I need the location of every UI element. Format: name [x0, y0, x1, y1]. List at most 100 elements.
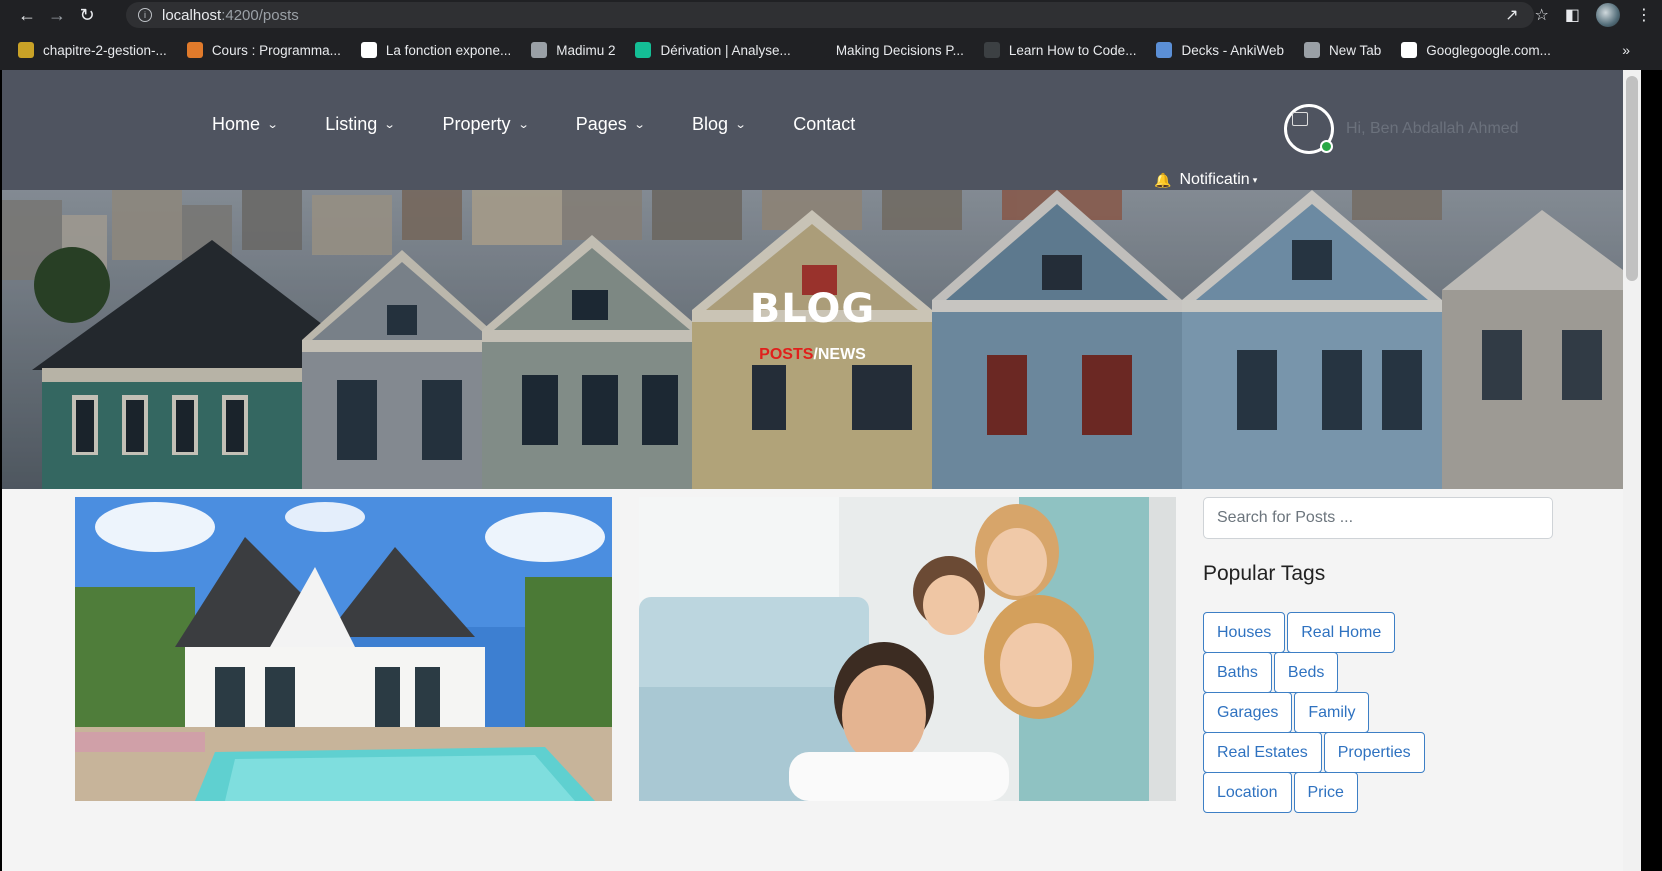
user-greeting[interactable]: Hi, Ben Abdallah Ahmed — [1346, 120, 1519, 138]
k-icon — [360, 42, 377, 58]
houses-illustration — [2, 190, 1623, 489]
bookmark-label: Making Decisions P... — [835, 42, 964, 58]
google-icon — [1401, 42, 1418, 58]
bookmark-item[interactable]: Decks - AnkiWeb — [1156, 42, 1284, 58]
tag-row: Real Estates Properties — [1203, 732, 1553, 773]
page-scrollbar[interactable] — [1623, 70, 1641, 871]
profile-avatar-icon[interactable] — [1596, 3, 1620, 27]
anki-icon — [1156, 42, 1173, 58]
nav-item-label: Blog — [692, 114, 729, 134]
nav-item-listing[interactable]: Listing ⌄ — [325, 114, 396, 135]
star-icon[interactable]: ☆ — [1535, 5, 1549, 25]
broken-image-icon — [1292, 112, 1308, 126]
nav-item-blog[interactable]: Blog ⌄ — [692, 114, 747, 135]
bookmark-label: Learn How to Code... — [1008, 42, 1137, 58]
site-header: Home ⌄ Listing ⌄ Property ⌄ Pages ⌄ Blog ⌄ Contact… — [2, 70, 1623, 190]
breadcrumb: POSTS/NEWS — [2, 346, 1623, 364]
tag-row: Location Price — [1203, 772, 1553, 813]
page-viewport: Home ⌄ Listing ⌄ Property ⌄ Pages ⌄ Blog ⌄ Contact… — [2, 70, 1623, 871]
screen-edge — [1641, 70, 1662, 871]
tag-button[interactable]: Real Home — [1287, 612, 1396, 653]
tag-button[interactable]: Properties — [1323, 732, 1425, 773]
bookmark-label: Madimu 2 — [556, 42, 616, 58]
bookmarks-overflow-icon[interactable]: » — [1622, 30, 1630, 70]
tag-button[interactable]: Beds — [1273, 652, 1339, 693]
breadcrumb-posts[interactable]: POSTS — [759, 346, 813, 363]
chevron-down-icon: ▾ — [1252, 174, 1258, 185]
share-icon[interactable]: ↗ — [1505, 5, 1518, 25]
bookmark-label: Googlegoogle.com... — [1426, 42, 1551, 58]
address-bar[interactable]: i localhost:4200/posts — [126, 2, 1534, 28]
main-nav: Home ⌄ Listing ⌄ Property ⌄ Pages ⌄ Blog ⌄ Contact — [212, 114, 903, 135]
browser-toolbar: ← → ↻ i localhost:4200/posts ↗ ☆ ◧ ⋮ — [0, 0, 1662, 30]
post-image-house[interactable] — [75, 497, 612, 801]
bookmark-item[interactable]: Dérivation | Analyse... — [635, 42, 791, 58]
bookmark-item[interactable]: La fonction expone... — [360, 42, 512, 58]
online-status-dot — [1320, 140, 1333, 153]
reload-icon[interactable]: ↻ — [72, 0, 102, 30]
notification-label: Notificatin — [1179, 171, 1250, 188]
chevron-down-icon: ⌄ — [734, 119, 747, 131]
bookmark-label: Dérivation | Analyse... — [660, 42, 791, 58]
chevron-down-icon: ⌄ — [633, 119, 646, 131]
forward-arrow-icon[interactable]: → — [42, 0, 72, 30]
openclassrooms-icon — [186, 42, 203, 58]
tag-button[interactable]: Location — [1203, 772, 1292, 813]
globe-icon — [531, 42, 548, 58]
bookmark-item[interactable]: Cours : Programma... — [186, 42, 341, 58]
nav-item-label: Property — [442, 114, 511, 134]
popular-tags-title: Popular Tags — [1203, 562, 1326, 585]
kebab-menu-icon[interactable]: ⋮ — [1636, 5, 1652, 25]
chevron-down-icon: ⌄ — [517, 119, 530, 131]
notification-dropdown[interactable]: 🔔 Notificatin ▾ — [1154, 171, 1257, 189]
post-image-family[interactable] — [639, 497, 1176, 801]
user-avatar[interactable] — [1284, 104, 1334, 154]
khan-icon — [635, 42, 652, 58]
info-icon[interactable]: i — [138, 8, 152, 22]
chevron-down-icon: ⌄ — [266, 119, 279, 131]
bookmark-label: New Tab — [1329, 42, 1382, 58]
scrollbar-thumb[interactable] — [1626, 76, 1638, 281]
doc-icon — [983, 42, 1000, 58]
nav-item-property[interactable]: Property ⌄ — [442, 114, 530, 135]
globe-icon — [1304, 42, 1320, 58]
tag-button[interactable]: Real Estates — [1203, 732, 1322, 773]
bookmark-item[interactable]: New Tab — [1304, 42, 1381, 58]
tag-button[interactable]: Baths — [1203, 652, 1272, 693]
bookmark-label: Decks - AnkiWeb — [1181, 42, 1284, 58]
tag-button[interactable]: Garages — [1203, 692, 1293, 733]
bookmark-item[interactable]: chapitre-2-gestion-... — [18, 42, 167, 58]
search-posts-input[interactable] — [1203, 497, 1553, 539]
nav-item-label: Contact — [793, 114, 856, 134]
nav-item-home[interactable]: Home ⌄ — [212, 114, 279, 135]
house-pool-image — [75, 497, 612, 801]
tag-button[interactable]: Price — [1293, 772, 1358, 813]
back-arrow-icon[interactable]: ← — [12, 0, 42, 30]
chevron-down-icon: ⌄ — [383, 119, 396, 131]
nav-item-label: Home — [212, 114, 261, 134]
tag-row: Garages Family — [1203, 692, 1553, 733]
bookmark-item[interactable]: Madimu 2 — [531, 42, 615, 58]
hero-title: BLOG — [749, 286, 876, 332]
family-image — [639, 497, 1176, 801]
bell-icon: 🔔 — [1154, 171, 1172, 188]
bookmark-item[interactable]: Googlegoogle.com... — [1401, 42, 1551, 58]
tag-button[interactable]: Family — [1294, 692, 1370, 733]
tag-row: Houses Real Home — [1203, 612, 1553, 653]
figure-icon — [18, 42, 34, 58]
bookmark-label: La fonction expone... — [385, 42, 512, 58]
bookmark-label: Cours : Programma... — [211, 42, 341, 58]
user-menu[interactable]: Hi, Ben Abdallah Ahmed — [1284, 104, 1519, 154]
nav-item-contact[interactable]: Contact — [793, 114, 855, 135]
side-panel-icon[interactable]: ◧ — [1565, 5, 1580, 25]
bookmark-item[interactable]: Making Decisions P... — [810, 42, 964, 58]
bookmarks-bar: chapitre-2-gestion-... Cours : Programma.… — [0, 30, 1662, 70]
nav-item-pages[interactable]: Pages ⌄ — [576, 114, 646, 135]
hero-banner: BLOG POSTS/NEWS — [2, 190, 1623, 489]
tag-row: Baths Beds — [1203, 652, 1553, 693]
url-host: localhost — [162, 6, 222, 24]
tag-button[interactable]: Houses — [1203, 612, 1286, 653]
url-path: :4200/posts — [221, 6, 299, 24]
bookmark-item[interactable]: Learn How to Code... — [983, 42, 1137, 58]
breadcrumb-news: /NEWS — [813, 346, 866, 363]
